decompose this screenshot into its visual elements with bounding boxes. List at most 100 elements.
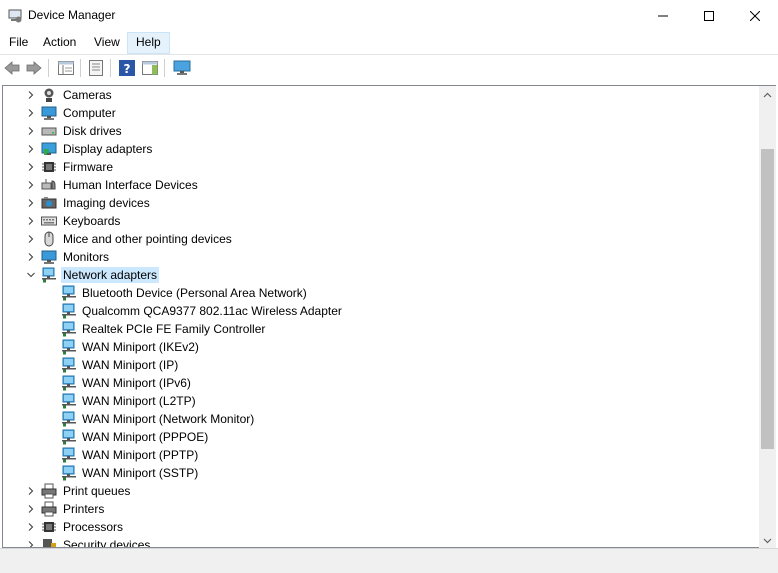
menu-view[interactable]: View: [86, 32, 128, 54]
hid-icon: [41, 179, 56, 190]
forward-button[interactable]: [24, 58, 44, 78]
chevron-right-icon[interactable]: [27, 181, 35, 189]
menu-file[interactable]: File: [1, 32, 36, 54]
device-tree[interactable]: Cameras Computer Disk drives Display adapte…: [2, 85, 760, 548]
properties-icon: [89, 60, 103, 76]
chevron-right-icon[interactable]: [27, 523, 35, 531]
tree-device-item[interactable]: WAN Miniport (IP): [3, 356, 760, 374]
tree-category-computer[interactable]: Computer: [3, 104, 760, 122]
tree-device-item[interactable]: WAN Miniport (SSTP): [3, 464, 760, 482]
category-label: Keyboards: [63, 214, 121, 228]
chip-icon: [42, 522, 56, 532]
vertical-scrollbar[interactable]: [759, 85, 776, 549]
tree-category-cameras[interactable]: Cameras: [3, 86, 760, 104]
category-label: Security devices: [63, 538, 151, 548]
chevron-down-icon: [763, 538, 772, 543]
tree-category-disk-drives[interactable]: Disk drives: [3, 122, 760, 140]
category-label: Print queues: [63, 484, 131, 498]
tree-device-item[interactable]: WAN Miniport (IKEv2): [3, 338, 760, 356]
scroll-up-button[interactable]: [759, 86, 776, 103]
device-label: Qualcomm QCA9377 802.11ac Wireless Adapt…: [82, 304, 342, 318]
keyboard-icon: [41, 216, 57, 226]
tree-category-display-adapters[interactable]: Display adapters: [3, 140, 760, 158]
chevron-right-icon[interactable]: [27, 127, 35, 135]
tree-category-mice-and-other-pointing-devices[interactable]: Mice and other pointing devices: [3, 230, 760, 248]
tree-device-item[interactable]: Bluetooth Device (Personal Area Network): [3, 284, 760, 302]
tree-category-human-interface-devices[interactable]: Human Interface Devices: [3, 176, 760, 194]
maximize-button[interactable]: [686, 0, 732, 32]
device-label: WAN Miniport (Network Monitor): [82, 412, 255, 426]
properties-button[interactable]: [86, 58, 106, 78]
printer-icon: [41, 483, 57, 499]
tree-category-security-devices[interactable]: Security devices: [3, 536, 760, 548]
back-arrow-icon: [4, 61, 20, 75]
tree-category-processors[interactable]: Processors: [3, 518, 760, 536]
monitor-icon: [173, 60, 191, 75]
tree-device-item[interactable]: WAN Miniport (IPv6): [3, 374, 760, 392]
close-button[interactable]: [732, 0, 778, 32]
tree-device-item[interactable]: WAN Miniport (PPPOE): [3, 428, 760, 446]
maximize-icon: [704, 11, 714, 21]
category-label: Processors: [63, 520, 124, 534]
scan-hardware-button[interactable]: [172, 58, 192, 78]
chevron-right-icon[interactable]: [27, 163, 35, 171]
network-icon: [62, 303, 76, 319]
tree-category-firmware[interactable]: Firmware: [3, 158, 760, 176]
close-icon: [750, 11, 760, 21]
tree-device-item[interactable]: Qualcomm QCA9377 802.11ac Wireless Adapt…: [3, 302, 760, 320]
chevron-down-icon[interactable]: [27, 271, 35, 279]
tree-category-printers[interactable]: Printers: [3, 500, 760, 518]
action-pane-icon: [142, 61, 158, 75]
forward-arrow-icon: [26, 61, 42, 75]
minimize-icon: [658, 15, 668, 17]
tree-category-imaging-devices[interactable]: Imaging devices: [3, 194, 760, 212]
scroll-thumb[interactable]: [761, 149, 774, 449]
network-icon: [62, 411, 76, 427]
tree-device-item[interactable]: Realtek PCIe FE Family Controller: [3, 320, 760, 338]
tree-device-item[interactable]: WAN Miniport (PPTP): [3, 446, 760, 464]
chevron-right-icon[interactable]: [27, 109, 35, 117]
scroll-down-button[interactable]: [759, 532, 776, 549]
chevron-right-icon[interactable]: [27, 253, 35, 261]
tree-device-item[interactable]: WAN Miniport (L2TP): [3, 392, 760, 410]
tree-category-network-adapters[interactable]: Network adapters: [3, 266, 760, 284]
printer-icon: [41, 501, 57, 517]
category-label: Monitors: [63, 250, 110, 264]
chevron-right-icon[interactable]: [27, 235, 35, 243]
action-pane-button[interactable]: [140, 58, 160, 78]
network-icon: [62, 285, 76, 301]
chevron-right-icon[interactable]: [27, 541, 35, 548]
menu-bar: File Action View Help: [0, 32, 778, 55]
tree-category-keyboards[interactable]: Keyboards: [3, 212, 760, 230]
device-manager-icon: [8, 9, 22, 23]
console-tree-icon: [58, 61, 74, 75]
title-bar: Device Manager: [0, 0, 778, 32]
menu-help[interactable]: Help: [127, 32, 170, 54]
chevron-right-icon[interactable]: [27, 91, 35, 99]
chevron-right-icon[interactable]: [27, 487, 35, 495]
menu-action[interactable]: Action: [35, 32, 84, 54]
tree-category-monitors[interactable]: Monitors: [3, 248, 760, 266]
chevron-right-icon[interactable]: [27, 145, 35, 153]
tree-category-print-queues[interactable]: Print queues: [3, 482, 760, 500]
chevron-right-icon[interactable]: [27, 505, 35, 513]
chevron-right-icon[interactable]: [27, 199, 35, 207]
category-label: Human Interface Devices: [63, 178, 198, 192]
category-label: Printers: [63, 502, 105, 516]
chevron-right-icon[interactable]: [27, 217, 35, 225]
minimize-button[interactable]: [640, 0, 686, 32]
mouse-icon: [44, 231, 54, 247]
category-label: Mice and other pointing devices: [63, 232, 232, 246]
status-bar: [0, 548, 778, 573]
network-icon: [62, 429, 76, 445]
display-icon: [41, 142, 57, 155]
console-tree-button[interactable]: [56, 58, 76, 78]
tree-device-item[interactable]: WAN Miniport (Network Monitor): [3, 410, 760, 428]
network-icon: [62, 447, 76, 463]
monitor-icon: [41, 250, 57, 264]
category-label: Display adapters: [63, 142, 153, 156]
back-button[interactable]: [2, 58, 22, 78]
help-button[interactable]: ?: [117, 58, 137, 78]
network-icon: [42, 267, 56, 283]
device-label: WAN Miniport (PPTP): [82, 448, 199, 462]
